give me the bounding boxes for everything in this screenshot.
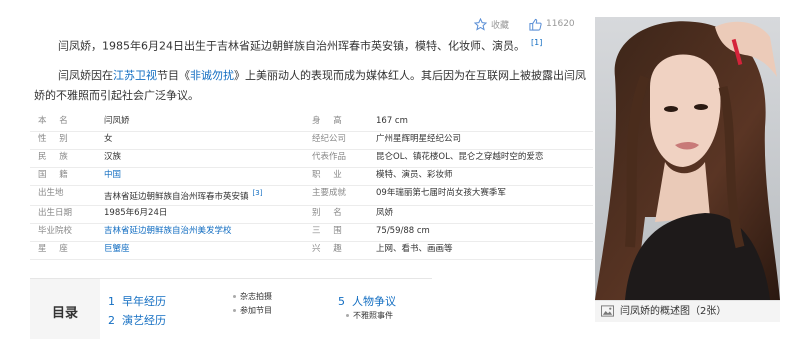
toc-title: 目录	[52, 306, 79, 321]
show-link[interactable]: 非诚勿扰	[190, 69, 234, 82]
info-value: 昆仑OL、镇花楼OL、昆仑之穿越时空的爱恋	[376, 152, 544, 162]
info-label: 主要成就	[312, 188, 347, 198]
toc-item-number: 5	[338, 295, 345, 308]
info-label: 出生地	[38, 188, 64, 198]
collect-button[interactable]: 收藏	[491, 18, 509, 31]
toc-subitem-label: 参加节目	[240, 306, 272, 315]
thumbs-up-icon[interactable]	[529, 18, 542, 31]
info-value: 上网、看书、画画等	[376, 244, 453, 254]
info-label: 星 座	[38, 244, 73, 254]
info-label: 本 名	[38, 116, 73, 126]
info-value: 凤娇	[376, 208, 394, 218]
p2-text-pre: 闫凤娇因在	[58, 68, 113, 82]
portrait-image	[595, 17, 780, 300]
info-value: 75/59/88 cm	[376, 226, 430, 236]
info-value: 模特、演员、彩妆师	[376, 170, 453, 180]
info-label: 代表作品	[312, 152, 347, 162]
info-value: 09年瑞丽第七届时尚女孩大赛季军	[376, 188, 506, 198]
birthplace-text: 吉林省延边朝鲜族自治州珲春市英安镇	[104, 191, 249, 202]
summary-paragraph-1: 闫凤娇，1985年6月24日出生于吉林省延边朝鲜族自治州珲春市英安镇，模特、化妆…	[34, 33, 596, 57]
info-label: 民 族	[38, 152, 73, 162]
info-value: 广州星辉明星经纪公司	[376, 134, 462, 144]
info-value: 闫凤娇	[104, 116, 130, 126]
info-value: 女	[104, 134, 113, 144]
info-value: 167 cm	[376, 116, 408, 126]
toc-subitem[interactable]: 参加节目	[233, 305, 272, 316]
toc-item[interactable]: 2 演艺经历	[108, 312, 166, 328]
toc-subitem[interactable]: 杂志拍摄	[233, 291, 272, 302]
info-label: 性 别	[38, 134, 73, 144]
toc-item-label: 早年经历	[122, 295, 166, 308]
portrait-photo[interactable]	[595, 17, 780, 300]
star-icon[interactable]	[474, 17, 487, 31]
info-label: 兴 趣	[312, 244, 347, 254]
summary-sentence: 闫凤娇，1985年6月24日出生于吉林省延边朝鲜族自治州珲春市英安镇，模特、化妆…	[58, 39, 525, 53]
summary-text: 闫凤娇，1985年6月24日出生于吉林省延边朝鲜族自治州珲春市英安镇，模特、化妆…	[34, 33, 596, 106]
info-label: 三 围	[312, 226, 347, 236]
info-label: 出生日期	[38, 208, 73, 218]
info-value: 汉族	[104, 152, 122, 162]
table-of-contents: 目录 1 早年经历 2 演艺经历 杂志拍摄 参加节目 5 人物争议 不雅照事件	[30, 278, 432, 339]
citation-link[interactable]: [1]	[531, 38, 542, 47]
jiangsu-tv-link[interactable]: 江苏卫视	[113, 69, 157, 82]
info-row: 星 座 巨蟹座 兴 趣 上网、看书、画画等	[30, 239, 593, 260]
info-label: 经纪公司	[312, 134, 347, 144]
bullet-icon	[233, 309, 236, 312]
toc-subitem-label: 不雅照事件	[353, 311, 393, 320]
info-value: 吉林省延边朝鲜族自治州珲春市英安镇 [3]	[104, 183, 262, 203]
bullet-icon	[233, 295, 236, 298]
toc-item[interactable]: 5 人物争议	[338, 293, 396, 309]
info-label: 毕业院校	[38, 226, 73, 236]
summary-paragraph-2: 闫凤娇因在江苏卫视节目《非诚勿扰》上美丽动人的表现而成为媒体红人。其后因为在互联…	[34, 66, 596, 106]
zodiac-link[interactable]: 巨蟹座	[104, 239, 130, 259]
toc-item-label: 人物争议	[352, 295, 396, 308]
info-value: 1985年6月24日	[104, 208, 168, 218]
toc-title-box: 目录	[30, 279, 100, 339]
info-label: 别 名	[312, 208, 347, 218]
info-label: 职 业	[312, 170, 347, 180]
like-count[interactable]: 11620	[546, 19, 575, 29]
photo-caption[interactable]: 闫凤娇的概述图（2张）	[595, 300, 780, 322]
info-label: 身 高	[312, 116, 347, 126]
image-icon	[601, 305, 614, 317]
toc-subitem[interactable]: 不雅照事件	[346, 310, 393, 321]
school-link[interactable]: 吉林省延边朝鲜族自治州美发学校	[104, 221, 232, 241]
photo-caption-text: 闫凤娇的概述图（2张）	[620, 306, 727, 317]
toc-subitem-label: 杂志拍摄	[240, 292, 272, 301]
info-label: 国 籍	[38, 170, 73, 180]
toc-item[interactable]: 1 早年经历	[108, 293, 166, 309]
bullet-icon	[346, 314, 349, 317]
nationality-link[interactable]: 中国	[104, 165, 121, 185]
citation-link[interactable]: [3]	[253, 189, 263, 197]
p2-text-mid: 节目《	[157, 68, 190, 82]
toc-item-number: 1	[108, 295, 115, 308]
